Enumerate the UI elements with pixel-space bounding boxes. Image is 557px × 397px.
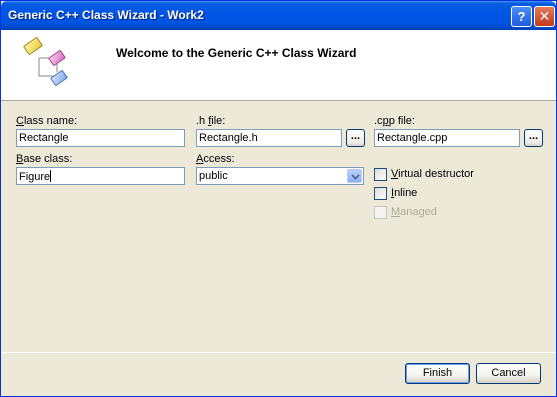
base-class-label: Base class: xyxy=(16,153,73,165)
footer-divider xyxy=(1,352,556,353)
title-bar[interactable]: Generic C++ Class Wizard - Work2 ? ✕ xyxy=(1,1,556,30)
wizard-header: Welcome to the Generic C++ Class Wizard xyxy=(1,30,556,101)
base-class-input[interactable]: Figure xyxy=(16,167,185,185)
chevron-down-icon[interactable] xyxy=(347,169,362,183)
checkbox-box[interactable] xyxy=(374,187,387,200)
h-file-label: .h file: xyxy=(196,115,226,127)
class-name-label: Class name: xyxy=(16,115,78,127)
cpp-file-label: .cpp file: xyxy=(374,115,415,127)
managed-label: Managed xyxy=(391,206,437,218)
base-class-value: Figure xyxy=(19,171,51,183)
class-wizard-icon xyxy=(17,36,77,88)
cpp-file-input[interactable]: Rectangle.cpp xyxy=(374,129,520,147)
h-file-input[interactable]: Rectangle.h xyxy=(196,129,342,147)
window-title: Generic C++ Class Wizard - Work2 xyxy=(8,8,204,22)
h-file-browse-button[interactable]: ... xyxy=(346,129,365,147)
wizard-title: Welcome to the Generic C++ Class Wizard xyxy=(116,46,357,60)
class-name-input[interactable]: Rectangle xyxy=(16,129,185,147)
access-label: Access: xyxy=(196,153,235,165)
checkbox-box xyxy=(374,206,387,219)
access-select[interactable]: public xyxy=(196,167,364,185)
cpp-file-browse-button[interactable]: ... xyxy=(524,129,543,147)
text-caret xyxy=(50,170,52,182)
access-selected-value: public xyxy=(199,170,228,182)
help-button[interactable]: ? xyxy=(511,6,532,27)
checkbox-box[interactable] xyxy=(374,168,387,181)
virtual-destructor-label: Virtual destructor xyxy=(391,168,474,180)
dialog-window: Generic C++ Class Wizard - Work2 ? ✕ Wel… xyxy=(0,0,557,397)
inline-label: Inline xyxy=(391,187,418,199)
close-button[interactable]: ✕ xyxy=(534,6,555,27)
cancel-button[interactable]: Cancel xyxy=(476,363,541,384)
finish-button[interactable]: Finish xyxy=(405,363,470,384)
